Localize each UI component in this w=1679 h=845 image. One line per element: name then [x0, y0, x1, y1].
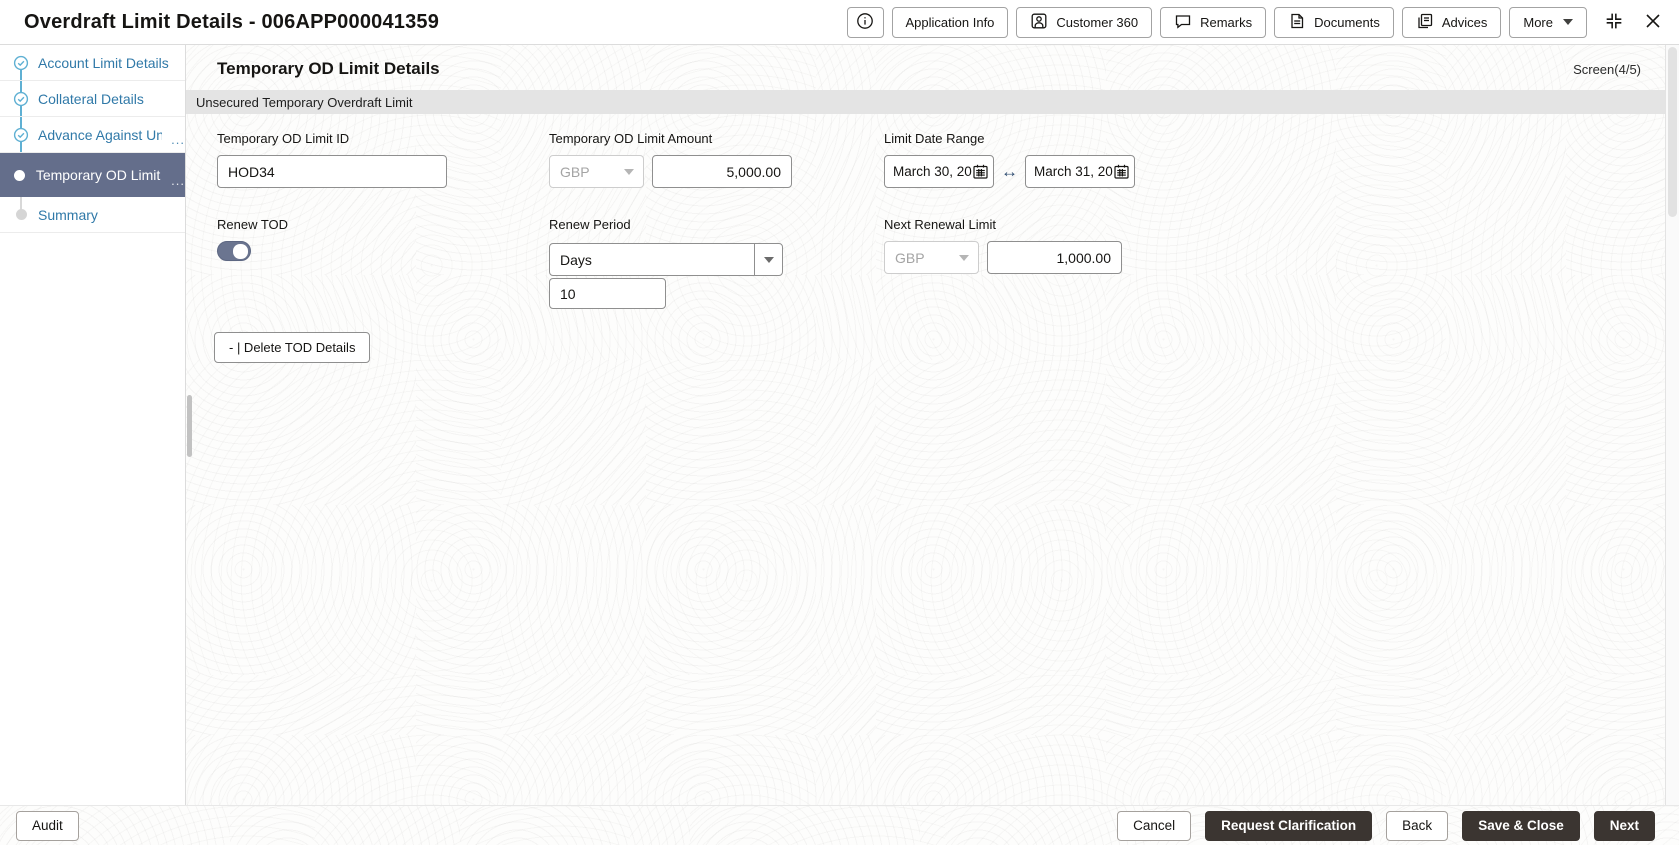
collapse-button[interactable]	[1601, 8, 1627, 37]
footer-bar: Audit Cancel Request Clarification Back …	[0, 805, 1679, 845]
renew-period-value-input[interactable]	[549, 278, 666, 309]
save-close-button[interactable]: Save & Close	[1462, 811, 1580, 841]
application-info-label: Application Info	[906, 15, 995, 30]
chevron-down-icon	[1563, 19, 1573, 25]
documents-icon	[1288, 12, 1306, 33]
customer-360-label: Customer 360	[1056, 15, 1138, 30]
back-button[interactable]: Back	[1386, 811, 1448, 841]
body: Account Limit Details Collateral Details	[0, 45, 1679, 805]
sidebar-item-account-limit-details[interactable]: Account Limit Details	[0, 45, 185, 81]
tod-form: Temporary OD Limit ID Temporary OD Limit…	[186, 114, 1665, 309]
close-icon	[1643, 11, 1663, 34]
advices-button[interactable]: Advices	[1402, 7, 1502, 38]
scrollbar-thumb[interactable]	[1668, 47, 1677, 217]
vertical-scrollbar[interactable]	[1665, 45, 1679, 805]
footer-actions: Cancel Request Clarification Back Save &…	[1117, 811, 1655, 841]
main-header: Temporary OD Limit Details Screen(4/5)	[186, 45, 1665, 90]
delete-tod-details-button[interactable]: - | Delete TOD Details	[214, 332, 370, 363]
chevron-down-icon	[624, 169, 634, 175]
sidebar-item-temporary-od-limit-details[interactable]: Temporary OD Limit De ...	[0, 153, 185, 197]
renew-period-label: Renew Period	[549, 217, 631, 232]
step-label: Temporary OD Limit De	[36, 167, 162, 183]
currency-value: GBP	[550, 164, 615, 180]
truncation-ellipsis: ...	[171, 173, 185, 188]
tod-limit-id-input[interactable]	[217, 155, 447, 188]
renew-tod-label: Renew TOD	[217, 217, 549, 232]
chevron-down-icon	[959, 255, 969, 261]
truncation-ellipsis: ...	[171, 132, 185, 147]
renew-period-unit-value: Days	[550, 252, 754, 268]
main-panel: Temporary OD Limit Details Screen(4/5) U…	[186, 45, 1665, 805]
screen-indicator: Screen(4/5)	[1573, 62, 1641, 77]
limit-start-date-input[interactable]	[893, 164, 972, 179]
field-tod-limit-amount: Temporary OD Limit Amount GBP	[549, 131, 884, 188]
documents-label: Documents	[1314, 15, 1380, 30]
more-label: More	[1523, 15, 1553, 30]
info-button[interactable]	[847, 7, 884, 38]
calendar-icon[interactable]	[1113, 163, 1130, 180]
check-circle-icon	[13, 55, 29, 71]
limit-start-date	[884, 155, 994, 188]
wizard-sidebar: Account Limit Details Collateral Details	[0, 45, 186, 805]
cancel-button[interactable]: Cancel	[1117, 811, 1191, 841]
tod-amount-currency-select: GBP	[549, 155, 644, 188]
remarks-label: Remarks	[1200, 15, 1252, 30]
step-label: Collateral Details	[38, 91, 144, 107]
check-circle-icon	[13, 127, 29, 143]
step-label: Summary	[38, 207, 98, 223]
sidebar-item-summary[interactable]: Summary	[0, 197, 185, 233]
check-circle-icon	[13, 91, 29, 107]
sidebar-item-advance-against-uncollected[interactable]: Advance Against Uncoll ...	[0, 117, 185, 153]
advices-label: Advices	[1442, 15, 1488, 30]
top-bar: Overdraft Limit Details - 006APP00004135…	[0, 0, 1679, 45]
step-label: Account Limit Details	[38, 55, 169, 71]
tod-amount-input[interactable]	[652, 155, 792, 188]
upcoming-step-dot	[13, 207, 29, 223]
next-renewal-amount-input[interactable]	[987, 241, 1122, 274]
customer-icon	[1030, 12, 1048, 33]
close-button[interactable]	[1641, 9, 1665, 36]
audit-button[interactable]: Audit	[16, 811, 79, 841]
field-next-renewal-limit: Next Renewal Limit GBP	[884, 217, 1641, 274]
top-toolbar: Application Info Customer 360	[847, 7, 1665, 38]
section-header: Unsecured Temporary Overdraft Limit	[186, 90, 1665, 114]
limit-date-range-label: Limit Date Range	[884, 131, 1641, 146]
next-button[interactable]: Next	[1594, 811, 1655, 841]
step-label: Advance Against Uncoll	[38, 127, 162, 143]
field-renew-tod: Renew TOD	[217, 217, 549, 261]
customer-360-button[interactable]: Customer 360	[1016, 7, 1152, 38]
currency-value: GBP	[885, 250, 950, 266]
active-step-dot	[13, 167, 27, 183]
next-renewal-currency-select: GBP	[884, 241, 979, 274]
documents-button[interactable]: Documents	[1274, 7, 1394, 38]
screen-title: Temporary OD Limit Details	[217, 59, 440, 79]
limit-end-date-input[interactable]	[1034, 164, 1113, 179]
application-window: Overdraft Limit Details - 006APP00004135…	[0, 0, 1679, 845]
section-title: Unsecured Temporary Overdraft Limit	[196, 95, 413, 110]
remarks-button[interactable]: Remarks	[1160, 7, 1266, 38]
sidebar-item-collateral-details[interactable]: Collateral Details	[0, 81, 185, 117]
toggle-knob	[233, 244, 248, 259]
request-clarification-button[interactable]: Request Clarification	[1205, 811, 1372, 841]
window-title: Overdraft Limit Details - 006APP00004135…	[24, 11, 439, 34]
more-button[interactable]: More	[1509, 7, 1587, 38]
field-limit-date-range: Limit Date Range	[884, 131, 1641, 188]
collapse-icon	[1603, 10, 1625, 35]
field-renew-period: Renew Period Days	[549, 217, 884, 309]
renew-period-unit-select[interactable]: Days	[549, 243, 783, 276]
date-range-arrow: ↔	[998, 162, 1021, 182]
tod-limit-amount-label: Temporary OD Limit Amount	[549, 131, 884, 146]
field-tod-limit-id: Temporary OD Limit ID	[217, 131, 549, 188]
info-icon	[856, 12, 874, 33]
remarks-icon	[1174, 12, 1192, 33]
next-renewal-limit-label: Next Renewal Limit	[884, 217, 1641, 232]
calendar-icon[interactable]	[972, 163, 989, 180]
tod-limit-id-label: Temporary OD Limit ID	[217, 131, 549, 146]
chevron-down-icon	[764, 257, 774, 263]
advices-icon	[1416, 12, 1434, 33]
application-info-button[interactable]: Application Info	[892, 7, 1009, 38]
limit-end-date	[1025, 155, 1135, 188]
sidebar-resize-handle[interactable]	[187, 395, 192, 457]
renew-tod-toggle[interactable]	[217, 241, 251, 261]
